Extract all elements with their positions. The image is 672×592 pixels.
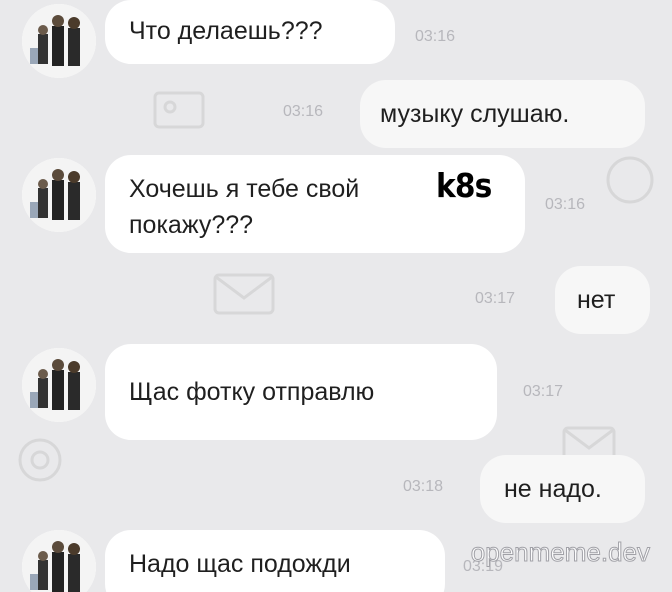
background-doodle [213, 273, 275, 315]
background-doodle [18, 438, 62, 482]
message-bubble-incoming[interactable]: Надо щас подожди [105, 530, 445, 592]
contact-avatar[interactable] [22, 4, 96, 78]
message-bubble-outgoing[interactable]: нет [555, 266, 650, 334]
message-time: 03:16 [415, 28, 456, 45]
message-time: 03:16 [283, 103, 324, 120]
overlay-caption: k8s [436, 166, 492, 205]
group-photo-icon [22, 530, 96, 592]
message-text-line-2: покажу??? [129, 211, 254, 239]
group-photo-icon [22, 348, 96, 422]
contact-avatar[interactable] [22, 158, 96, 232]
contact-avatar[interactable] [22, 348, 96, 422]
message-bubble-outgoing[interactable]: не надо. [480, 455, 645, 523]
message-time: 03:18 [403, 478, 444, 495]
message-bubble-incoming[interactable]: Щас фотку отправлю [105, 344, 497, 440]
watermark: openmeme.dev [470, 537, 650, 568]
group-photo-icon [22, 4, 96, 78]
contact-avatar[interactable] [22, 530, 96, 592]
message-time: 03:17 [523, 383, 564, 400]
chat-window: Что делаешь??? 03:16 03:16 музыку слушаю… [0, 0, 672, 592]
message-text: не надо. [504, 475, 602, 503]
message-text: Что делаешь??? [129, 17, 323, 45]
background-doodle [153, 91, 205, 129]
message-bubble-outgoing[interactable]: музыку слушаю. [360, 80, 645, 148]
message-time: 03:17 [475, 290, 516, 307]
message-text: Щас фотку отправлю [129, 378, 375, 406]
message-bubble-incoming[interactable]: Что делаешь??? [105, 0, 395, 64]
group-photo-icon [22, 158, 96, 232]
message-text: Надо щас подожди [129, 550, 351, 578]
message-text: музыку слушаю. [380, 100, 570, 128]
background-doodle [606, 156, 654, 204]
message-text: нет [577, 286, 616, 314]
message-time: 03:16 [545, 196, 586, 213]
